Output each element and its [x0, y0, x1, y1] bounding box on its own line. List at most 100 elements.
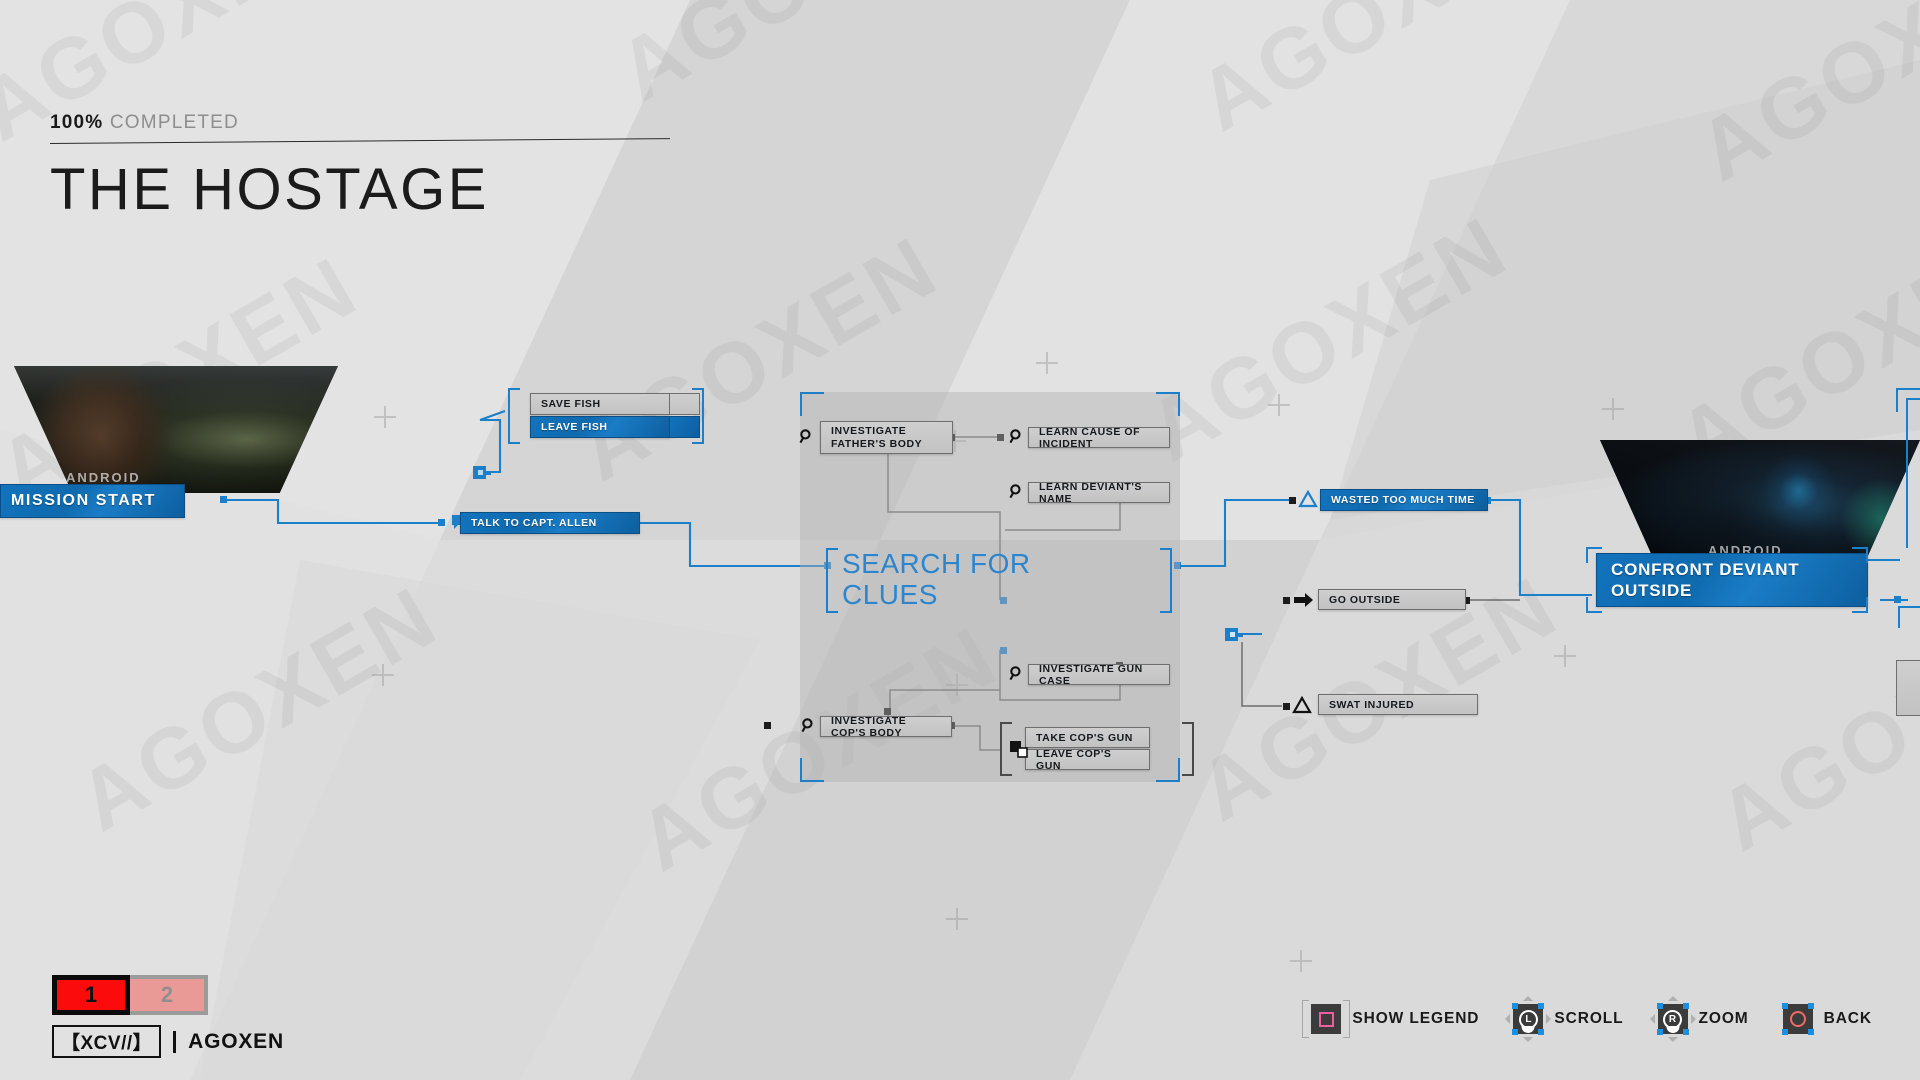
- node-leave-fish[interactable]: LEAVE FISH: [530, 416, 670, 438]
- page-header: 100% COMPLETED THE HOSTAGE: [49, 112, 690, 222]
- node-label: INVESTIGATE GUN CASE: [1039, 662, 1143, 687]
- grid-tick: [1554, 645, 1576, 667]
- group-corner-br: [1156, 758, 1180, 782]
- hint-label: SHOW LEGEND: [1352, 1010, 1480, 1027]
- logo-divider: [173, 1030, 177, 1053]
- chapter-corner-tl: [1586, 547, 1602, 563]
- node-investigate-gun-case[interactable]: INVESTIGATE GUN CASE: [1028, 662, 1170, 687]
- magnifier-icon: [1008, 665, 1026, 683]
- group-label-text: SEARCH FOR CLUES: [842, 548, 1031, 610]
- offscreen-node-frame: [1906, 398, 1920, 548]
- arrow-right-icon: [1292, 590, 1316, 610]
- node-label: CONFRONT DEVIANT OUTSIDE: [1611, 560, 1800, 600]
- warning-triangle-icon: [1292, 695, 1312, 715]
- node-learn-cause-of-incident[interactable]: LEARN CAUSE OF INCIDENT: [1028, 425, 1170, 450]
- hint-zoom[interactable]: R ZOOM: [1649, 996, 1749, 1042]
- hint-back[interactable]: BACK: [1781, 1003, 1872, 1035]
- group-label-bracket-left: [826, 548, 838, 613]
- offscreen-node-right: [1896, 660, 1920, 716]
- node-take-cops-gun[interactable]: TAKE COP'S GUN: [1025, 727, 1150, 748]
- grid-tick: [1290, 950, 1312, 972]
- magnifier-icon: [800, 717, 818, 735]
- node-swat-injured[interactable]: SWAT INJURED: [1318, 694, 1478, 715]
- completion-row: 100% COMPLETED: [50, 112, 690, 134]
- page-title: THE HOSTAGE: [50, 157, 489, 222]
- node-go-outside[interactable]: GO OUTSIDE: [1318, 589, 1466, 610]
- square-button-icon[interactable]: [1302, 1000, 1351, 1038]
- node-label: TAKE COP'S GUN: [1036, 731, 1133, 744]
- node-label: LEARN DEVIANT'S NAME: [1039, 480, 1142, 505]
- node-label: GO OUTSIDE: [1329, 593, 1401, 606]
- node-label: SWAT INJURED: [1329, 698, 1415, 711]
- node-label: LEAVE COP'S GUN: [1036, 747, 1112, 772]
- node-leave-cops-gun[interactable]: LEAVE COP'S GUN: [1025, 747, 1150, 772]
- group-label-bracket-right: [1160, 548, 1172, 613]
- group-corner-tl: [800, 392, 824, 416]
- grid-tick: [1036, 352, 1058, 374]
- left-stick-button-icon[interactable]: L: [1505, 996, 1552, 1042]
- android-badge: ANDROID: [66, 470, 141, 485]
- completion-label: COMPLETED: [109, 112, 239, 133]
- group-corner-tr: [1156, 392, 1180, 416]
- chapter-corner-br: [1852, 597, 1868, 613]
- group-corner-bl: [800, 758, 824, 782]
- control-hints-bar: SHOW LEGEND L SCROLL R ZOOM BACK: [1302, 996, 1872, 1042]
- node-label: LEARN CAUSE OF INCIDENT: [1039, 425, 1141, 450]
- branch-icon: [470, 462, 492, 484]
- chapter-corner-tr: [1852, 547, 1868, 563]
- button-brackets: [1302, 1000, 1351, 1038]
- node-learn-deviants-name[interactable]: LEARN DEVIANT'S NAME: [1028, 480, 1170, 505]
- node-talk-to-capt-allen[interactable]: TALK TO CAPT. ALLEN: [460, 512, 640, 534]
- brand-line: 【XCV//】 AGOXEN: [52, 1025, 284, 1058]
- hint-scroll[interactable]: L SCROLL: [1505, 996, 1624, 1042]
- node-label: WASTED TOO MUCH TIME: [1331, 494, 1475, 506]
- grid-tick: [374, 406, 396, 428]
- grid-tick: [372, 664, 394, 686]
- branding-block: 1 2 【XCV//】 AGOXEN: [52, 975, 284, 1058]
- fish-choice-group: SAVE FISH LEAVE FISH: [530, 393, 670, 438]
- circle-button-icon[interactable]: [1781, 1003, 1814, 1035]
- branch-icon: [1008, 738, 1030, 760]
- node-label: TALK TO CAPT. ALLEN: [471, 517, 597, 529]
- node-label: INVESTIGATE FATHER'S BODY: [831, 425, 923, 450]
- magnifier-icon: [1008, 428, 1026, 446]
- fish-bracket-left: [508, 388, 520, 444]
- offscreen-node-corner-bottom: [1898, 606, 1920, 628]
- node-label: LEAVE FISH: [541, 421, 608, 433]
- hint-label: SCROLL: [1554, 1010, 1624, 1027]
- node-label: INVESTIGATE COP'S BODY: [831, 714, 907, 739]
- chapter-corner-bl: [1586, 597, 1602, 613]
- completion-percent: 100%: [50, 112, 104, 133]
- node-investigate-cops-body[interactable]: INVESTIGATE COP'S BODY: [820, 714, 952, 739]
- magnifier-icon: [798, 428, 816, 446]
- grid-tick: [1268, 394, 1290, 416]
- chip-player-1: 1: [52, 975, 130, 1015]
- node-wasted-too-much-time[interactable]: WASTED TOO MUCH TIME: [1320, 489, 1488, 511]
- cops-gun-bracket-right: [1182, 722, 1194, 776]
- stick-direction-arrows: [1645, 991, 1701, 1047]
- node-save-fish[interactable]: SAVE FISH: [530, 393, 670, 415]
- hint-show-legend[interactable]: SHOW LEGEND: [1302, 1000, 1480, 1038]
- group-label-search-for-clues: SEARCH FOR CLUES: [842, 548, 1072, 610]
- hint-label: BACK: [1823, 1010, 1872, 1027]
- branch-icon: [1222, 624, 1244, 646]
- magnifier-icon: [1008, 483, 1026, 501]
- fish-bracket-right: [692, 388, 704, 444]
- node-label: SAVE FISH: [541, 398, 601, 410]
- stick-direction-arrows: [1500, 991, 1556, 1047]
- node-label: MISSION START: [11, 492, 156, 509]
- cops-gun-choice-group: TAKE COP'S GUN LEAVE COP'S GUN: [1025, 727, 1150, 772]
- node-investigate-fathers-body[interactable]: INVESTIGATE FATHER'S BODY: [820, 421, 953, 454]
- node-mission-start[interactable]: MISSION START: [0, 484, 185, 518]
- warning-triangle-icon: [1298, 489, 1318, 509]
- player-chips: 1 2: [52, 975, 284, 1015]
- hint-label: ZOOM: [1698, 1010, 1749, 1027]
- grid-tick: [1602, 398, 1624, 420]
- logo-name: AGOXEN: [188, 1029, 284, 1053]
- chip-player-2: 2: [130, 975, 208, 1015]
- node-confront-deviant-outside[interactable]: CONFRONT DEVIANT OUTSIDE: [1596, 553, 1868, 607]
- circle-glyph: [1789, 1011, 1806, 1027]
- logo-mark: 【XCV//】: [52, 1025, 162, 1058]
- grid-tick: [946, 908, 968, 930]
- right-stick-button-icon[interactable]: R: [1649, 996, 1696, 1042]
